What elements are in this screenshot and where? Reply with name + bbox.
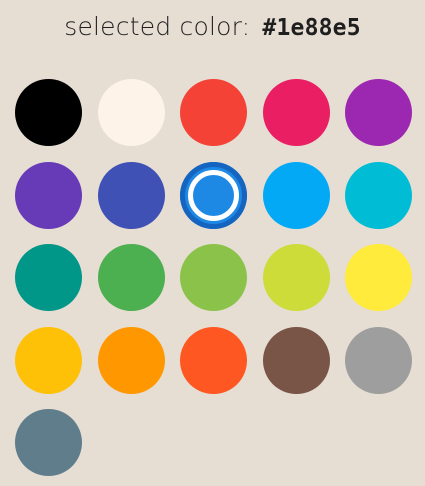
color-swatch-cream[interactable]: [97, 79, 165, 146]
color-swatch-light-blue[interactable]: [262, 161, 330, 229]
color-swatch-blue-grey[interactable]: [15, 409, 82, 476]
color-swatch-pink[interactable]: [262, 79, 330, 146]
color-swatch-deep-orange[interactable]: [180, 326, 247, 394]
color-swatch-teal[interactable]: [15, 244, 82, 311]
color-swatch-light-green[interactable]: [180, 244, 247, 311]
selected-color-value: #1e88e5: [262, 15, 361, 41]
color-swatch-green[interactable]: [97, 244, 165, 311]
color-swatch-yellow[interactable]: [345, 244, 412, 311]
color-swatch-cyan[interactable]: [345, 161, 412, 229]
color-swatch-deep-purple[interactable]: [15, 161, 82, 229]
color-swatch-indigo[interactable]: [97, 161, 165, 229]
color-swatch-orange[interactable]: [97, 326, 165, 394]
color-swatch-purple[interactable]: [345, 79, 412, 146]
selected-color-readout: selected color: #1e88e5: [0, 12, 425, 41]
color-swatch-brown[interactable]: [262, 326, 330, 394]
color-swatch-black[interactable]: [15, 79, 82, 146]
color-swatch-red[interactable]: [180, 79, 247, 146]
color-swatch-grid: [15, 79, 415, 476]
color-swatch-grey[interactable]: [345, 326, 412, 394]
color-swatch-amber[interactable]: [15, 326, 82, 394]
color-swatch-blue[interactable]: [180, 161, 247, 229]
selected-color-label: selected color:: [64, 12, 251, 41]
color-swatch-lime[interactable]: [262, 244, 330, 311]
